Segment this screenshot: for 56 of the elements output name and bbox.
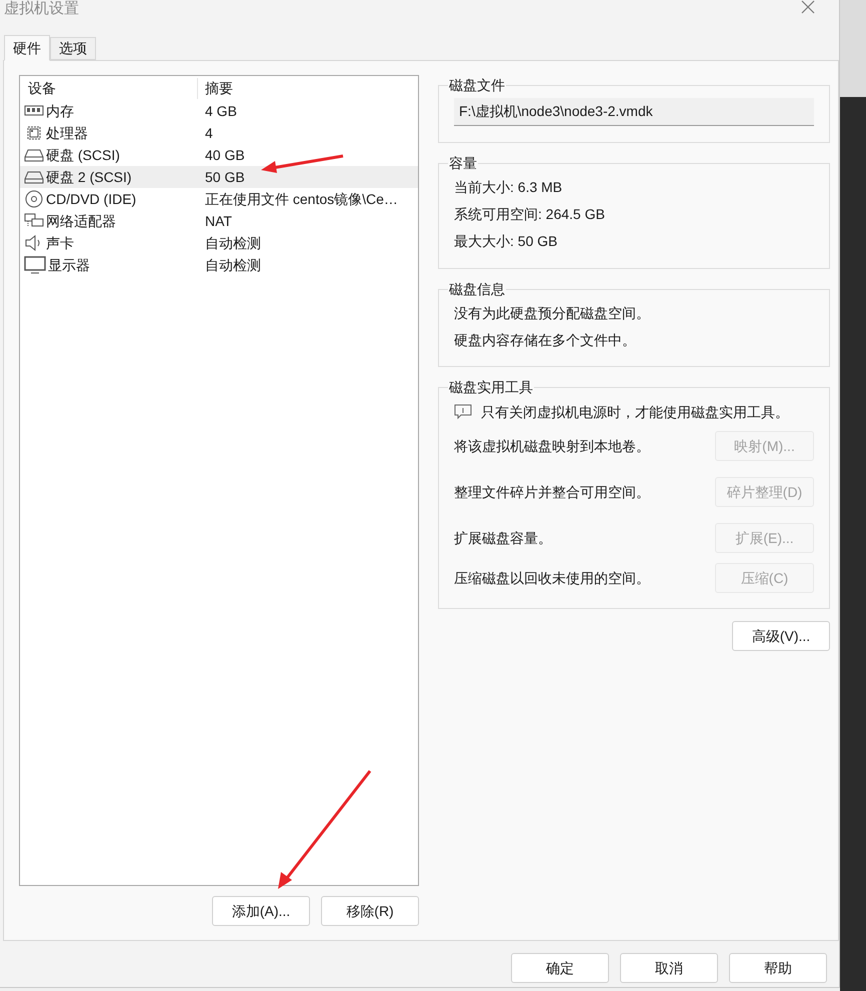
close-icon[interactable] <box>801 0 815 14</box>
device-summary: 50 GB <box>204 168 245 186</box>
device-summary: NAT <box>204 212 232 230</box>
tab[interactable]: 硬件 <box>4 35 50 61</box>
device-name: 处理器 <box>46 124 88 142</box>
device-row[interactable]: 网络适配器 NAT <box>20 210 418 232</box>
device-summary: 自动检测 <box>204 234 261 252</box>
info-text: 硬盘内容存储在多个文件中。 <box>454 331 637 350</box>
device-summary: 4 <box>204 124 213 142</box>
disk-path-field[interactable]: F:\虚拟机\node3\node3-2.vmdk <box>454 98 814 126</box>
info-icon <box>454 404 472 420</box>
dialog-button[interactable]: 取消 <box>620 953 718 983</box>
device-row[interactable]: 硬盘 2 (SCSI) 50 GB <box>20 166 418 188</box>
device-name: 显示器 <box>48 256 90 274</box>
window-title: 虚拟机设置 <box>4 0 79 19</box>
device-name: 内存 <box>46 102 74 120</box>
group-title: 磁盘实用工具 <box>448 378 534 397</box>
tab[interactable]: 选项 <box>50 37 96 60</box>
dialog-button[interactable]: 确定 <box>511 953 609 983</box>
device-summary: 40 GB <box>204 146 245 164</box>
device-row[interactable]: 硬盘 (SCSI) 40 GB <box>20 144 418 166</box>
utility-text: 将该虚拟机磁盘映射到本地卷。 <box>454 436 650 456</box>
group-title: 磁盘文件 <box>448 76 506 95</box>
capacity-text: 当前大小: 6.3 MB <box>454 178 564 197</box>
column-header[interactable]: 设备 <box>20 78 198 98</box>
utility-text: 压缩磁盘以回收未使用的空间。 <box>454 568 650 588</box>
device-name: 网络适配器 <box>46 212 116 230</box>
capacity-text: 系统可用空间: 264.5 GB <box>454 205 606 224</box>
device-row[interactable]: CD/DVD (IDE) 正在使用文件 centos镜像\Ce… <box>20 188 418 210</box>
utility-text: 扩展磁盘容量。 <box>454 528 552 548</box>
info-text: 没有为此硬盘预分配磁盘空间。 <box>454 304 651 323</box>
group-title: 容量 <box>448 154 478 173</box>
column-header[interactable]: 摘要 <box>198 78 233 98</box>
device-row[interactable]: 声卡 自动检测 <box>20 232 418 254</box>
dialog-button[interactable]: 添加(A)... <box>212 896 310 926</box>
utility-text: 整理文件碎片并整合可用空间。 <box>454 482 650 502</box>
device-summary: 正在使用文件 centos镜像\Ce… <box>204 190 398 208</box>
device-row[interactable]: 显示器 自动检测 <box>20 254 418 276</box>
device-name: 硬盘 2 (SCSI) <box>46 168 132 187</box>
dialog-button[interactable]: 帮助 <box>729 953 827 983</box>
device-name: CD/DVD (IDE) <box>46 190 136 209</box>
device-name: 声卡 <box>46 234 74 252</box>
dialog-button[interactable]: 高级(V)... <box>732 621 830 651</box>
device-row[interactable]: 内存 4 GB <box>20 100 418 122</box>
disc-icon <box>24 190 44 208</box>
device-summary: 自动检测 <box>204 256 261 274</box>
notice-text: 只有关闭虚拟机电源时，才能使用磁盘实用工具。 <box>481 402 789 422</box>
capacity-text: 最大大小: 50 GB <box>454 232 558 251</box>
network-icon <box>24 213 44 229</box>
group-title: 磁盘信息 <box>448 280 506 299</box>
device-summary: 4 GB <box>204 102 237 120</box>
memory-icon <box>24 104 44 118</box>
device-name: 硬盘 (SCSI) <box>46 146 120 165</box>
monitor-icon <box>24 256 46 274</box>
device-row[interactable]: 处理器 4 <box>20 122 418 144</box>
dialog-button[interactable]: 移除(R) <box>321 896 419 926</box>
